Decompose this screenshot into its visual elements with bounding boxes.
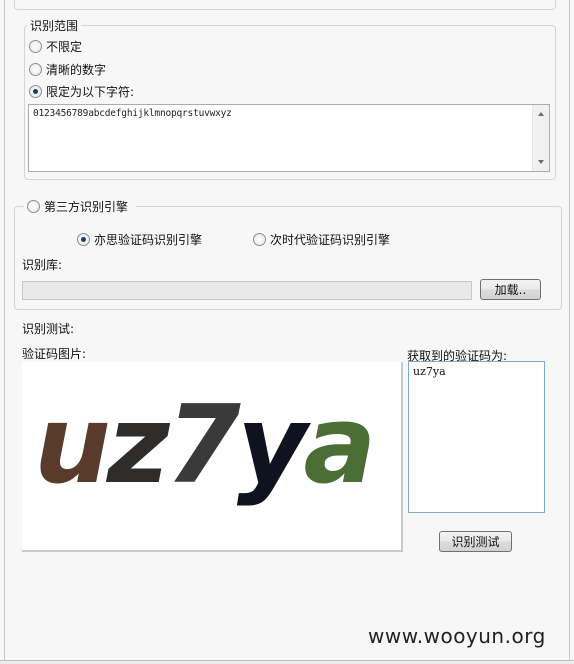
- scroll-up-icon[interactable]: [538, 112, 544, 116]
- captcha-image-label: 验证码图片:: [22, 347, 87, 361]
- radio-restrict-charset[interactable]: [29, 85, 42, 98]
- watermark: www.wooyun.org: [368, 624, 546, 648]
- captcha-image-text: uz7ya: [34, 383, 376, 508]
- load-button[interactable]: 加载..: [480, 279, 541, 300]
- radio-restrict-charset-label[interactable]: 限定为以下字符:: [46, 83, 134, 100]
- radio-yisi-engine[interactable]: [77, 233, 90, 246]
- result-value: uz7ya: [413, 365, 446, 378]
- recognition-range-title: 识别范围: [27, 17, 82, 34]
- library-label: 识别库:: [22, 258, 63, 272]
- previous-group-box: [14, 0, 556, 10]
- test-section-label: 识别测试:: [22, 322, 75, 336]
- status-bar: [0, 660, 574, 664]
- library-path-input[interactable]: [22, 281, 472, 300]
- charset-input-value: 0123456789abcdefghijklmnopqrstuvwxyz: [33, 108, 232, 119]
- third-party-engine-title[interactable]: 第三方识别引擎: [44, 198, 128, 215]
- captcha-char: y: [236, 383, 307, 508]
- scroll-down-icon[interactable]: [538, 160, 544, 164]
- captcha-char: 7: [165, 383, 241, 508]
- radio-next-gen-engine-label[interactable]: 次时代验证码识别引擎: [270, 231, 390, 248]
- captcha-char: a: [303, 383, 376, 508]
- radio-unrestricted[interactable]: [29, 40, 42, 53]
- captcha-char: u: [34, 383, 111, 508]
- radio-yisi-engine-label[interactable]: 亦思验证码识别引擎: [94, 231, 202, 248]
- radio-clear-digits-label[interactable]: 清晰的数字: [46, 61, 106, 78]
- radio-clear-digits[interactable]: [29, 63, 42, 76]
- charset-input[interactable]: 0123456789abcdefghijklmnopqrstuvwxyz: [28, 104, 550, 172]
- captcha-char: z: [106, 383, 170, 508]
- charset-scrollbar[interactable]: [532, 105, 549, 171]
- captcha-image: uz7ya: [22, 362, 403, 552]
- radio-unrestricted-label[interactable]: 不限定: [46, 38, 82, 55]
- recognize-test-button[interactable]: 识别测试: [439, 531, 512, 552]
- radio-next-gen-engine[interactable]: [253, 233, 266, 246]
- result-textbox[interactable]: uz7ya: [408, 361, 545, 513]
- radio-third-party-engine[interactable]: [27, 200, 40, 213]
